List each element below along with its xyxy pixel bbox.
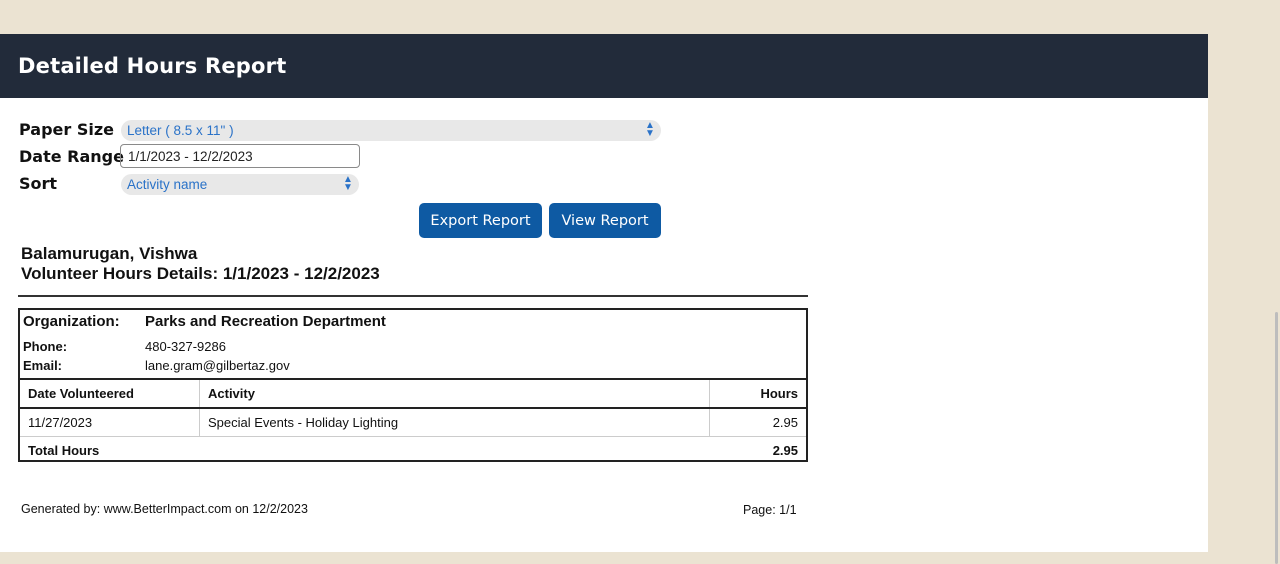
column-header-date: Date Volunteered bbox=[20, 378, 200, 409]
volunteer-name: Balamurugan, Vishwa bbox=[21, 244, 198, 263]
cell-hours: 2.95 bbox=[709, 407, 806, 437]
organization-name: Parks and Recreation Department bbox=[145, 313, 386, 330]
date-range-input[interactable]: 1/1/2023 - 12/2/2023 bbox=[120, 144, 360, 168]
page-title: Detailed Hours Report bbox=[18, 54, 287, 78]
organization-label: Organization: bbox=[23, 313, 120, 330]
select-chevron-icon: ▲ ▼ bbox=[343, 174, 353, 193]
sort-value: Activity name bbox=[127, 177, 208, 192]
total-label: Total Hours bbox=[20, 436, 710, 464]
export-report-button[interactable]: Export Report bbox=[419, 203, 542, 238]
view-report-button[interactable]: View Report bbox=[549, 203, 661, 238]
phone-value: 480-327-9286 bbox=[145, 339, 226, 354]
total-row: Total Hours 2.95 bbox=[20, 436, 806, 464]
sort-select[interactable]: Activity name ▲ ▼ bbox=[121, 174, 359, 195]
table-header-row: Date Volunteered Activity Hours bbox=[20, 378, 806, 409]
total-value: 2.95 bbox=[709, 436, 806, 464]
cell-activity: Special Events - Holiday Lighting bbox=[199, 407, 710, 437]
phone-label: Phone: bbox=[23, 339, 68, 354]
organization-row: Organization: Parks and Recreation Depart… bbox=[23, 313, 386, 330]
paper-size-select[interactable]: Letter ( 8.5 x 11" ) ▲ ▼ bbox=[121, 120, 661, 141]
select-chevron-icon: ▲ ▼ bbox=[645, 120, 655, 139]
table-row: 11/27/2023 Special Events - Holiday Ligh… bbox=[20, 407, 806, 437]
page-header: Detailed Hours Report bbox=[0, 34, 1208, 98]
cell-date: 11/27/2023 bbox=[20, 407, 200, 437]
paper-size-value: Letter ( 8.5 x 11" ) bbox=[127, 123, 234, 138]
generated-by: Generated by: www.BetterImpact.com on 12… bbox=[21, 502, 308, 516]
email-row: Email: lane.gram@gilbertaz.gov bbox=[23, 358, 290, 373]
page-number: Page: 1/1 bbox=[743, 503, 797, 517]
sort-label: Sort bbox=[19, 174, 58, 193]
report-panel: Detailed Hours Report Paper Size Letter … bbox=[0, 34, 1208, 552]
email-label: Email: bbox=[23, 358, 63, 373]
scrollbar[interactable] bbox=[1275, 312, 1278, 564]
column-header-hours: Hours bbox=[709, 378, 806, 409]
hours-table: Date Volunteered Activity Hours 11/27/20… bbox=[20, 378, 806, 464]
date-range-value: 1/1/2023 - 12/2/2023 bbox=[128, 148, 253, 164]
column-header-activity: Activity bbox=[199, 378, 710, 409]
phone-row: Phone: 480-327-9286 bbox=[23, 339, 226, 354]
divider bbox=[18, 295, 808, 297]
organization-box: Organization: Parks and Recreation Depart… bbox=[18, 308, 808, 464]
date-range-label: Date Range bbox=[19, 147, 124, 166]
report-subtitle: Volunteer Hours Details: 1/1/2023 - 12/2… bbox=[21, 264, 380, 283]
paper-size-label: Paper Size bbox=[19, 120, 115, 139]
email-value: lane.gram@gilbertaz.gov bbox=[145, 358, 290, 373]
